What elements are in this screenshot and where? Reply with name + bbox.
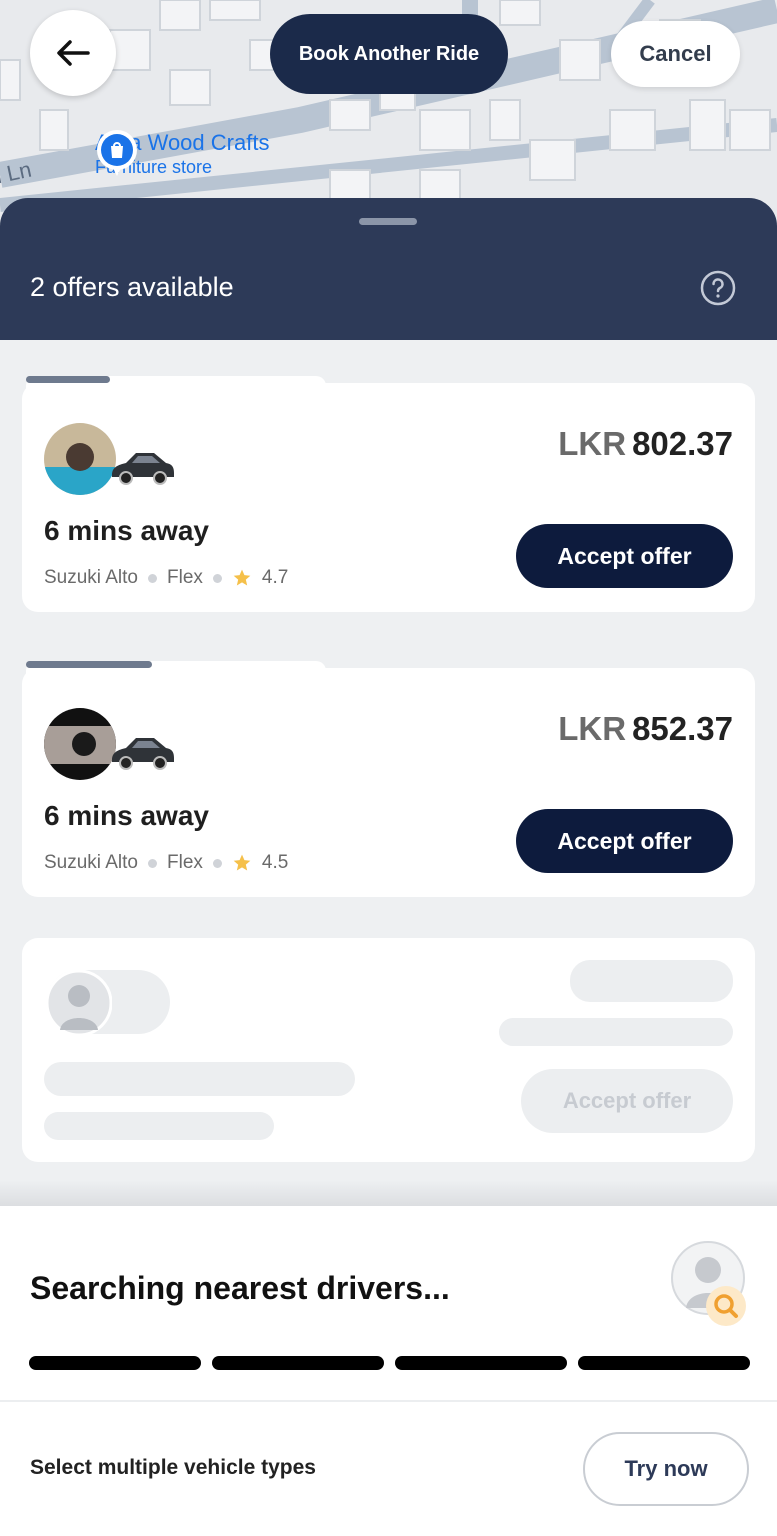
- question-circle-icon[interactable]: [700, 270, 736, 306]
- offer-price: LKR 802.37: [558, 425, 733, 463]
- separator-dot: [148, 858, 157, 868]
- offer-timer-progress: [26, 661, 152, 668]
- car-icon: [112, 738, 174, 770]
- driver-avatar: [44, 423, 116, 495]
- accept-offer-button[interactable]: Accept offer: [516, 524, 733, 588]
- driver-rating: 4.5: [261, 852, 289, 873]
- book-another-ride-button[interactable]: Book Another Ride: [270, 14, 508, 94]
- divider: [0, 1400, 777, 1402]
- driver-search-icon: [671, 1241, 746, 1326]
- try-now-button[interactable]: Try now: [583, 1432, 749, 1506]
- price-amount: 802.37: [632, 425, 733, 462]
- offer-price: LKR 852.37: [558, 710, 733, 748]
- offer-card[interactable]: LKR 852.37 6 mins away Suzuki Alto Flex 4…: [22, 668, 755, 897]
- price-amount: 852.37: [632, 710, 733, 747]
- arrow-left-icon: [57, 40, 90, 66]
- separator-dot: [148, 573, 157, 583]
- skeleton-line: [44, 1062, 355, 1096]
- driver-avatar: [44, 708, 116, 780]
- offers-count-title: 2 offers available: [30, 272, 234, 302]
- avatar-placeholder-icon: [46, 970, 112, 1036]
- drag-handle[interactable]: [359, 218, 417, 225]
- vehicle-type: Flex: [167, 567, 203, 588]
- shopping-bag-pin-icon: [97, 130, 137, 176]
- vehicle-meta: Suzuki Alto Flex 4.5: [44, 852, 288, 874]
- loading-offer-card: Accept offer: [22, 938, 755, 1162]
- separator-dot: [212, 573, 222, 583]
- driver-eta: 6 mins away: [44, 515, 209, 546]
- price-currency: LKR: [558, 425, 627, 462]
- progress-segment: [212, 1356, 384, 1370]
- multiple-vehicle-types-label: Select multiple vehicle types: [30, 1456, 316, 1479]
- car-icon: [112, 453, 174, 485]
- offer-timer-progress: [26, 376, 110, 383]
- accept-offer-button-disabled: Accept offer: [521, 1069, 733, 1133]
- star-icon: [233, 569, 251, 586]
- searching-title: Searching nearest drivers...: [30, 1270, 450, 1306]
- progress-segment: [578, 1356, 750, 1370]
- cancel-button[interactable]: Cancel: [611, 21, 740, 87]
- star-icon: [233, 854, 251, 871]
- offers-sheet-header: 2 offers available: [0, 198, 777, 340]
- skeleton-line: [499, 1018, 733, 1046]
- skeleton-line: [44, 1112, 274, 1140]
- back-button[interactable]: [30, 10, 116, 96]
- vehicle-type: Flex: [167, 852, 203, 873]
- driver-eta: 6 mins away: [44, 800, 209, 831]
- accept-offer-button[interactable]: Accept offer: [516, 809, 733, 873]
- skeleton-price: [570, 960, 733, 1002]
- vehicle-meta: Suzuki Alto Flex 4.7: [44, 567, 288, 589]
- search-progress-bars: [29, 1356, 750, 1370]
- vehicle-model: Suzuki Alto: [44, 567, 138, 588]
- map-poi[interactable]: Aura Wood Crafts Furniture store: [95, 130, 269, 178]
- vehicle-model: Suzuki Alto: [44, 852, 138, 873]
- price-currency: LKR: [558, 710, 627, 747]
- offer-card[interactable]: LKR 802.37 6 mins away Suzuki Alto Flex 4…: [22, 383, 755, 612]
- driver-rating: 4.7: [261, 567, 289, 588]
- search-panel: Searching nearest drivers... Select mult…: [0, 1206, 777, 1536]
- progress-segment: [395, 1356, 567, 1370]
- progress-segment: [29, 1356, 201, 1370]
- separator-dot: [212, 858, 222, 868]
